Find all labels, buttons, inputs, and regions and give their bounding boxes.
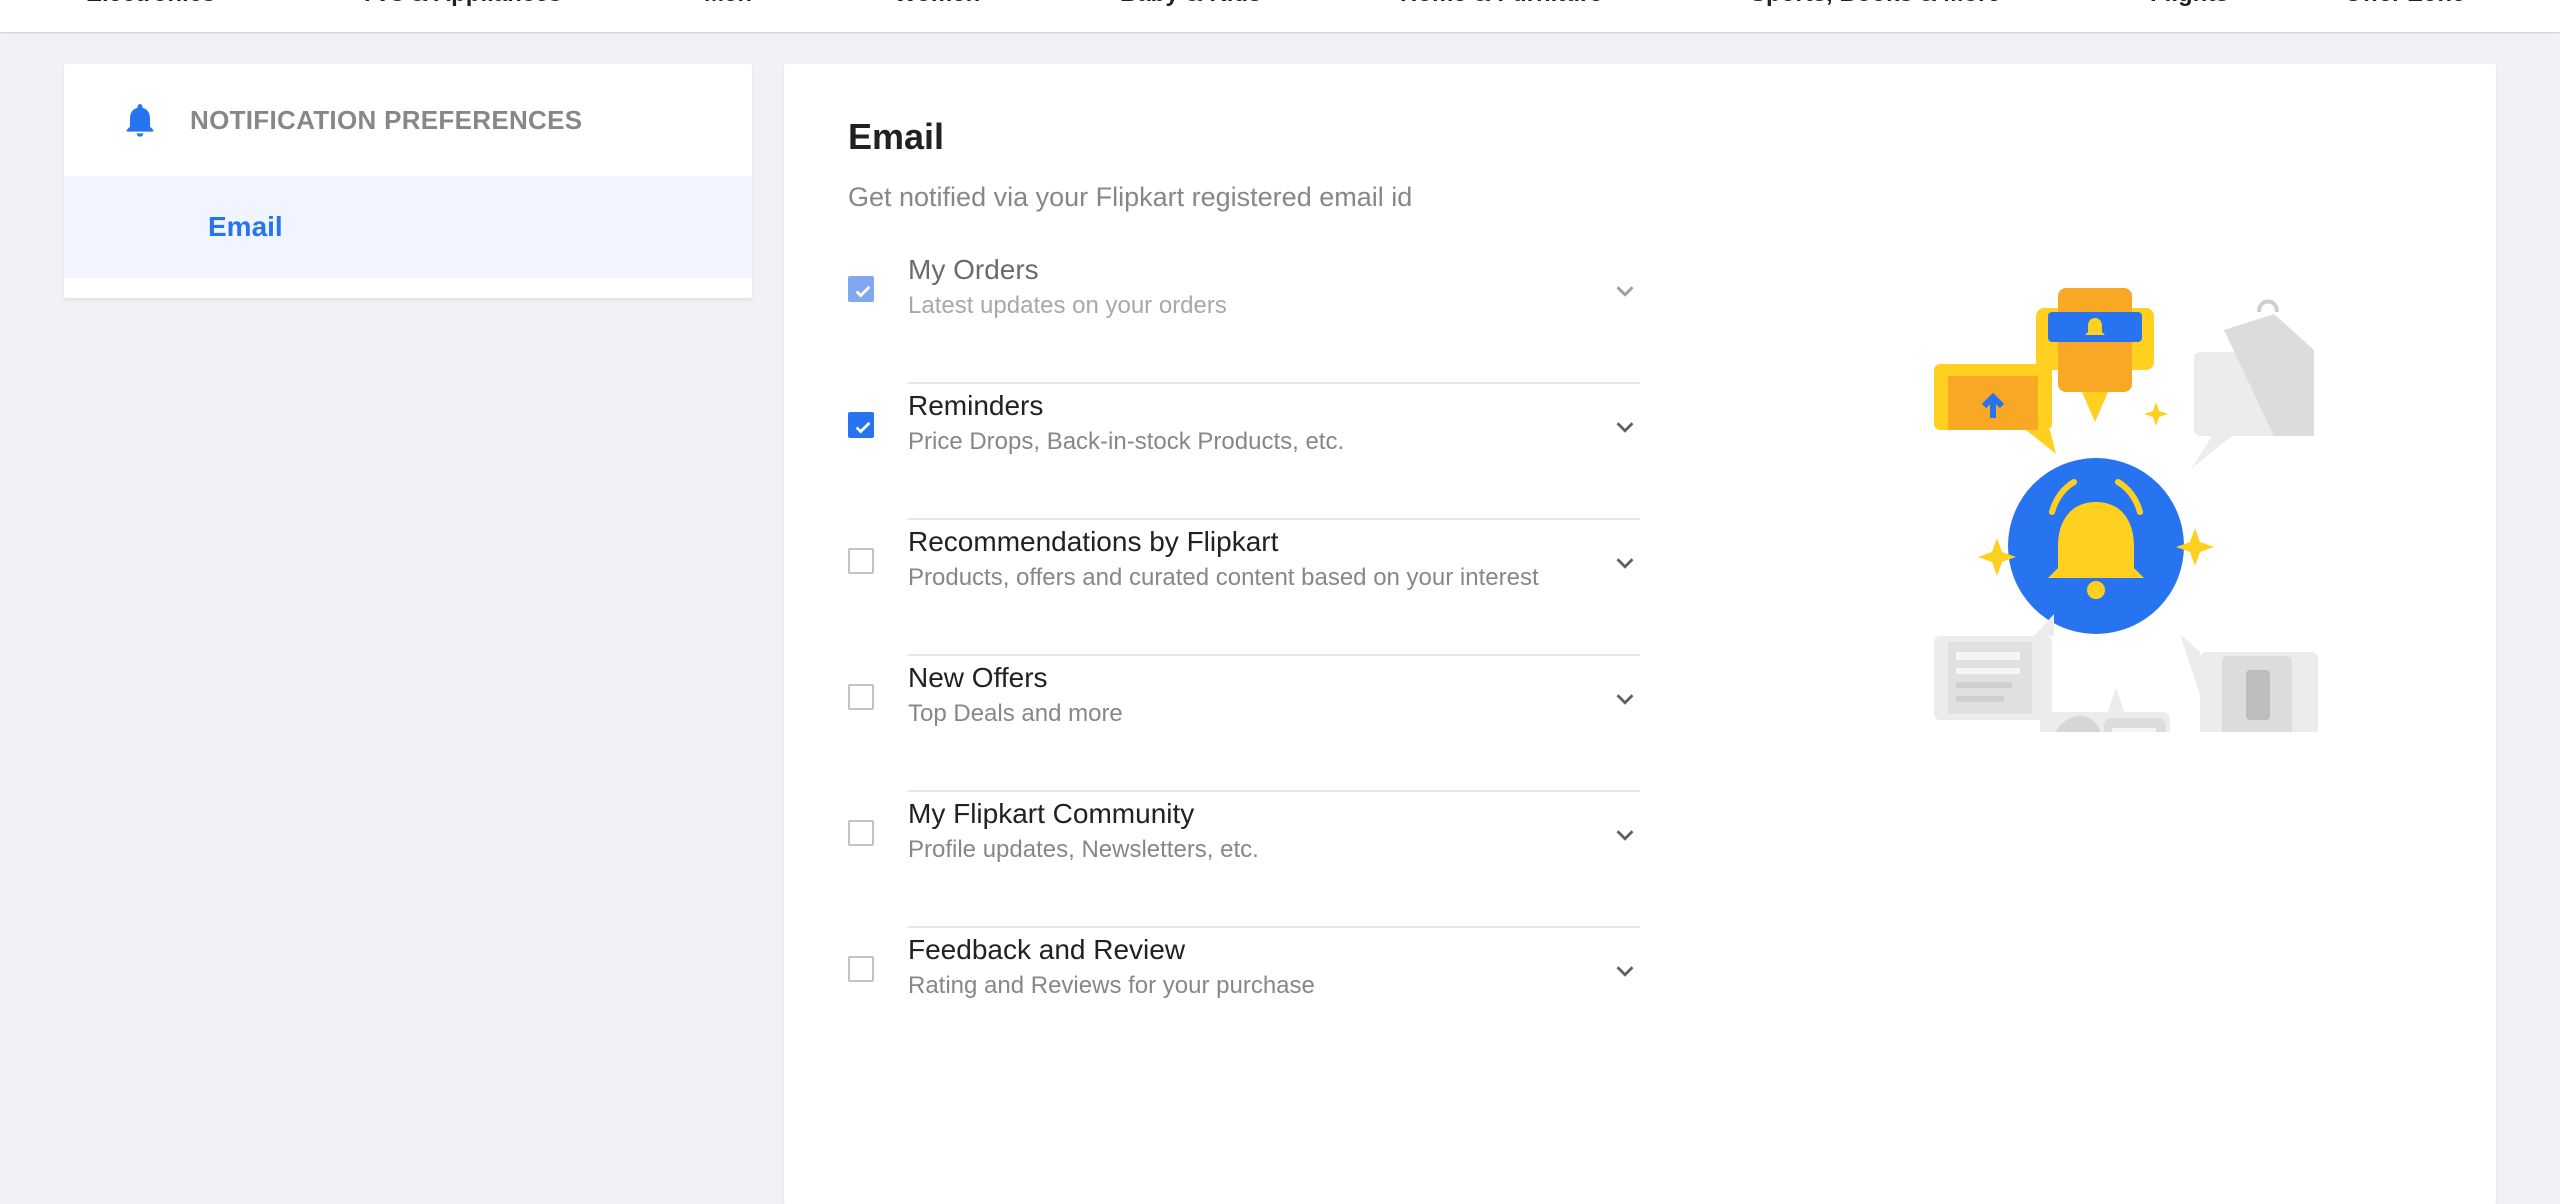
chevron-down-icon[interactable]: [1610, 820, 1640, 850]
chevron-down-icon[interactable]: [1610, 548, 1640, 578]
nav-item-tvs-appliances[interactable]: TVs & Appliances: [360, 0, 562, 8]
top-category-nav: Electronics TVs & Appliances Men Women B…: [0, 0, 2560, 32]
checkmark-icon: [855, 421, 871, 434]
nav-item-baby-kids[interactable]: Baby & Kids: [1120, 0, 1261, 8]
nav-item-sports-books[interactable]: Sports, Books & More: [1750, 0, 2001, 8]
sidebar-title: NOTIFICATION PREFERENCES: [190, 104, 583, 135]
page-subtitle: Get notified via your Flipkart registere…: [848, 182, 1413, 212]
preference-description: Profile updates, Newsletters, etc.: [908, 836, 1259, 863]
sidebar-header: NOTIFICATION PREFERENCES: [64, 64, 752, 176]
phone-notification-icon: [2036, 288, 2154, 422]
preference-reminders[interactable]: Reminders Price Drops, Back-in-stock Pro…: [848, 384, 1640, 520]
preference-title: Recommendations by Flipkart: [908, 526, 1279, 557]
preference-description: Products, offers and curated content bas…: [908, 564, 1539, 591]
nav-item-offer-zone[interactable]: Offer Zone: [2344, 0, 2465, 8]
preference-feedback[interactable]: Feedback and Review Rating and Reviews f…: [848, 928, 1640, 1064]
checkbox-recommendations[interactable]: [848, 548, 874, 574]
newspaper-icon: [1934, 614, 2054, 720]
shopping-bag-icon: [2192, 299, 2314, 468]
preference-title: My Flipkart Community: [908, 798, 1195, 829]
community-icon: [2040, 688, 2170, 732]
preference-description: Top Deals and more: [908, 700, 1123, 727]
package-icon: [1934, 364, 2056, 454]
nav-item-home-furniture[interactable]: Home & Furniture: [1400, 0, 1603, 8]
mobile-icon: [2180, 634, 2318, 732]
checkbox-new-offers[interactable]: [848, 684, 874, 710]
nav-item-men[interactable]: Men: [704, 0, 752, 8]
preference-description: Rating and Reviews for your purchase: [908, 972, 1315, 999]
notification-sidebar: NOTIFICATION PREFERENCES Email: [64, 64, 752, 298]
preference-community[interactable]: My Flipkart Community Profile updates, N…: [848, 792, 1640, 928]
preference-description: Price Drops, Back-in-stock Products, etc…: [908, 428, 1345, 455]
preference-new-offers[interactable]: New Offers Top Deals and more: [848, 656, 1640, 792]
bell-icon: [126, 104, 154, 137]
preference-description: Latest updates on your orders: [908, 292, 1227, 319]
chevron-down-icon[interactable]: [1610, 956, 1640, 986]
sidebar-item-email[interactable]: Email: [64, 176, 752, 278]
sidebar-item-label: Email: [208, 211, 283, 242]
nav-item-flights[interactable]: Flights: [2150, 0, 2229, 8]
preference-title: Feedback and Review: [908, 934, 1186, 965]
preference-title: New Offers: [908, 662, 1048, 693]
preference-recommendations[interactable]: Recommendations by Flipkart Products, of…: [848, 520, 1640, 656]
checkbox-community[interactable]: [848, 820, 874, 846]
preference-my-orders[interactable]: My Orders Latest updates on your orders: [848, 248, 1640, 384]
email-preferences-panel: Email Get notified via your Flipkart reg…: [784, 64, 2496, 1204]
notification-illustration: [1934, 288, 2318, 732]
nav-item-electronics[interactable]: Electronics: [86, 0, 215, 8]
page-title: Email: [848, 116, 945, 157]
nav-item-women[interactable]: Women: [894, 0, 980, 8]
checkbox-feedback[interactable]: [848, 956, 874, 982]
preference-title: My Orders: [908, 254, 1039, 285]
chevron-down-icon[interactable]: [1610, 684, 1640, 714]
chevron-down-icon[interactable]: [1610, 412, 1640, 442]
checkmark-icon: [855, 285, 871, 298]
checkbox-reminders[interactable]: [848, 412, 874, 438]
checkbox-my-orders[interactable]: [848, 276, 874, 302]
preference-title: Reminders: [908, 390, 1044, 421]
chevron-down-icon[interactable]: [1610, 276, 1640, 306]
